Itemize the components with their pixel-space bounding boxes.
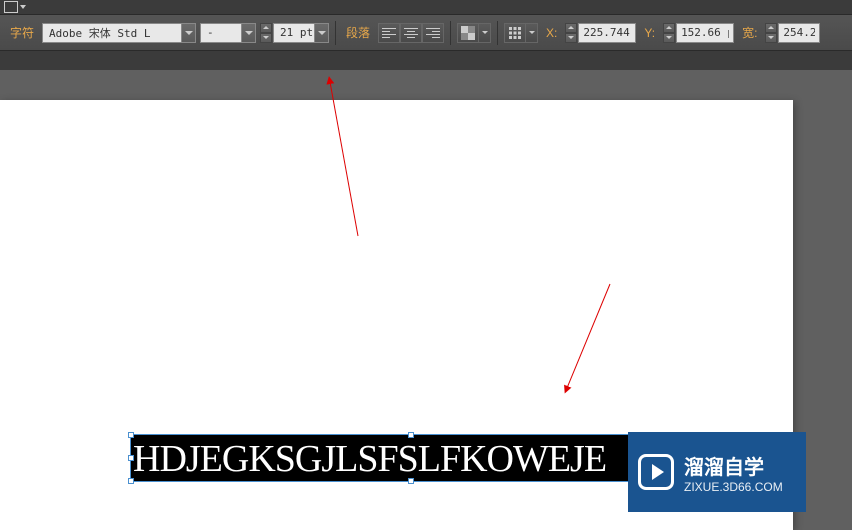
character-panel-label[interactable]: 字符 [6, 24, 38, 41]
watermark-title: 溜溜自学 [684, 451, 783, 480]
top-menu-bar [0, 0, 852, 15]
spinner-up-icon[interactable] [260, 23, 272, 33]
font-size-value: 21 pt [274, 26, 314, 39]
width-input[interactable] [778, 23, 820, 43]
width-label: 宽: [738, 24, 761, 41]
align-group [378, 23, 444, 43]
watermark-logo-icon [638, 454, 674, 490]
opacity-dropdown-arrow[interactable] [479, 23, 491, 43]
spinner-up-icon[interactable] [765, 23, 777, 33]
text-control-toolbar: 字符 Adobe 宋体 Std L - 21 pt 段落 [0, 15, 852, 51]
resize-handle[interactable] [128, 432, 134, 438]
toolbar-separator [450, 21, 451, 45]
font-size-dropdown[interactable]: 21 pt [273, 23, 329, 43]
align-to-dropdown-arrow[interactable] [526, 23, 538, 43]
align-to-button[interactable] [504, 23, 526, 43]
width-spinner[interactable] [765, 23, 777, 43]
resize-handle[interactable] [408, 432, 414, 438]
y-coord-input[interactable] [676, 23, 734, 43]
text-content[interactable]: HDJEGKSGJLSFSLFKOWEJE [131, 435, 691, 483]
toolbar-separator [497, 21, 498, 45]
spinner-up-icon[interactable] [565, 23, 577, 33]
opacity-button[interactable] [457, 23, 479, 43]
annotation-arrow [555, 280, 625, 400]
dropdown-arrow-icon [181, 24, 195, 42]
paragraph-panel-label[interactable]: 段落 [342, 24, 374, 41]
align-right-button[interactable] [422, 23, 444, 43]
font-size-spinner[interactable] [260, 23, 272, 43]
spinner-down-icon[interactable] [565, 33, 577, 43]
spinner-down-icon[interactable] [765, 33, 777, 43]
font-family-value: Adobe 宋体 Std L [43, 25, 181, 41]
dropdown-arrow-icon [241, 24, 255, 42]
align-center-button[interactable] [400, 23, 422, 43]
watermark: 溜溜自学 ZIXUE.3D66.COM [628, 432, 806, 512]
play-icon [652, 464, 664, 480]
resize-handle[interactable] [128, 455, 134, 461]
font-family-dropdown[interactable]: Adobe 宋体 Std L [42, 23, 196, 43]
x-coord-input[interactable] [578, 23, 636, 43]
resize-handle[interactable] [408, 478, 414, 484]
x-coord-label: X: [542, 26, 561, 40]
watermark-url: ZIXUE.3D66.COM [684, 480, 783, 494]
layout-mode-button[interactable] [4, 1, 34, 14]
spinner-down-icon[interactable] [260, 33, 272, 43]
spinner-up-icon[interactable] [663, 23, 675, 33]
toolbar-separator [335, 21, 336, 45]
y-coord-label: Y: [640, 26, 659, 40]
resize-handle[interactable] [128, 478, 134, 484]
font-style-value: - [201, 26, 241, 39]
dropdown-arrow-icon [314, 24, 328, 42]
y-coord-spinner[interactable] [663, 23, 675, 43]
x-coord-spinner[interactable] [565, 23, 577, 43]
font-style-dropdown[interactable]: - [200, 23, 256, 43]
align-left-button[interactable] [378, 23, 400, 43]
text-frame[interactable]: HDJEGKSGJLSFSLFKOWEJE [130, 434, 692, 482]
annotation-arrow [320, 76, 380, 246]
sub-toolbar [0, 51, 852, 71]
spinner-down-icon[interactable] [663, 33, 675, 43]
